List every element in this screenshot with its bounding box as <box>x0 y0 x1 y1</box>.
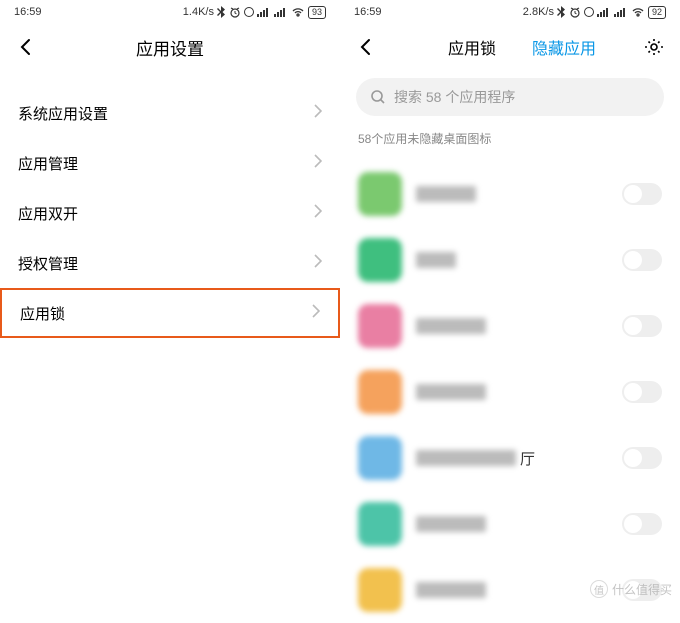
status-right: 2.8K/s 92 <box>523 6 666 19</box>
search-input[interactable]: 搜索 58 个应用程序 <box>356 78 664 116</box>
watermark-text: 什么值得买 <box>612 581 672 598</box>
status-right: 1.4K/s 93 <box>183 6 326 19</box>
app-name <box>416 252 456 268</box>
chevron-left-icon <box>17 38 35 56</box>
battery-indicator: 93 <box>308 6 326 19</box>
wifi-icon <box>291 7 305 17</box>
app-row <box>358 491 662 557</box>
signal-icon <box>257 7 271 17</box>
app-icon <box>358 502 402 546</box>
chevron-right-icon <box>314 204 322 222</box>
net-speed: 2.8K/s <box>523 6 554 18</box>
app-row <box>358 227 662 293</box>
hide-toggle[interactable] <box>622 183 662 205</box>
app-row <box>358 359 662 425</box>
left-screen: 16:59 1.4K/s 93 应用设置 系统应用设置 应用管理 应用双开 <box>0 0 340 604</box>
settings-item-permissions[interactable]: 授权管理 <box>18 238 322 288</box>
settings-label: 应用锁 <box>20 303 65 324</box>
hide-toggle[interactable] <box>622 381 662 403</box>
watermark: 值 什么值得买 <box>590 580 672 598</box>
app-name-wrap <box>416 318 608 334</box>
status-time: 16:59 <box>354 6 382 18</box>
app-name <box>416 516 486 532</box>
app-row <box>358 293 662 359</box>
volume-icon <box>584 7 594 17</box>
watermark-badge: 值 <box>590 580 608 598</box>
app-list: 厅 <box>340 161 680 623</box>
app-row <box>358 161 662 227</box>
app-name <box>416 582 486 598</box>
alarm-icon <box>569 6 581 18</box>
wifi-icon <box>631 7 645 17</box>
back-button[interactable] <box>14 35 38 59</box>
settings-label: 授权管理 <box>18 253 78 274</box>
app-name-wrap <box>416 252 608 268</box>
settings-label: 系统应用设置 <box>18 103 108 124</box>
app-icon <box>358 436 402 480</box>
volume-icon <box>244 7 254 17</box>
app-name-wrap <box>416 384 608 400</box>
header: 应用设置 <box>0 24 340 70</box>
tab-app-lock[interactable]: 应用锁 <box>448 35 496 59</box>
hide-toggle[interactable] <box>622 249 662 271</box>
settings-item-app-lock[interactable]: 应用锁 <box>0 288 340 338</box>
app-icon <box>358 568 402 612</box>
app-name-wrap <box>416 516 608 532</box>
app-name-wrap: 厅 <box>416 448 608 469</box>
chevron-right-icon <box>312 304 320 322</box>
search-icon <box>370 89 386 105</box>
settings-item-app-management[interactable]: 应用管理 <box>18 138 322 188</box>
settings-list: 系统应用设置 应用管理 应用双开 授权管理 应用锁 <box>0 88 340 338</box>
app-icon <box>358 304 402 348</box>
tab-hidden-apps[interactable]: 隐藏应用 <box>532 35 596 59</box>
page-title: 应用设置 <box>136 35 204 60</box>
signal-icon <box>597 7 611 17</box>
app-name <box>416 186 476 202</box>
app-name <box>416 318 486 334</box>
settings-label: 应用管理 <box>18 153 78 174</box>
settings-item-system-apps[interactable]: 系统应用设置 <box>18 88 322 138</box>
right-screen: 16:59 2.8K/s 92 应用锁 隐藏应用 搜索 58 个应用程序 58个… <box>340 0 680 604</box>
app-name <box>416 450 516 466</box>
app-name-wrap <box>416 186 608 202</box>
settings-label: 应用双开 <box>18 203 78 224</box>
app-name <box>416 384 486 400</box>
hide-toggle[interactable] <box>622 447 662 469</box>
search-placeholder: 搜索 58 个应用程序 <box>394 87 515 107</box>
settings-button[interactable] <box>642 35 666 59</box>
net-speed: 1.4K/s <box>183 6 214 18</box>
chevron-right-icon <box>314 154 322 172</box>
bluetooth-icon <box>217 6 226 18</box>
signal-icon-2 <box>614 7 628 17</box>
app-name-suffix: 厅 <box>520 448 535 469</box>
chevron-right-icon <box>314 104 322 122</box>
chevron-left-icon <box>357 38 375 56</box>
alarm-icon <box>229 6 241 18</box>
header: 应用锁 隐藏应用 <box>340 24 680 70</box>
status-time: 16:59 <box>14 6 42 18</box>
gear-icon <box>644 37 664 57</box>
hide-toggle[interactable] <box>622 315 662 337</box>
hide-toggle[interactable] <box>622 513 662 535</box>
app-row: 厅 <box>358 425 662 491</box>
chevron-right-icon <box>314 254 322 272</box>
header-tabs: 应用锁 隐藏应用 <box>378 35 666 59</box>
app-name-wrap <box>416 582 608 598</box>
settings-item-dual-apps[interactable]: 应用双开 <box>18 188 322 238</box>
back-button[interactable] <box>354 35 378 59</box>
battery-indicator: 92 <box>648 6 666 19</box>
signal-icon-2 <box>274 7 288 17</box>
app-icon <box>358 370 402 414</box>
list-caption: 58个应用未隐藏桌面图标 <box>340 130 680 147</box>
status-bar: 16:59 2.8K/s 92 <box>340 0 680 24</box>
app-icon <box>358 238 402 282</box>
bluetooth-icon <box>557 6 566 18</box>
app-icon <box>358 172 402 216</box>
status-bar: 16:59 1.4K/s 93 <box>0 0 340 24</box>
